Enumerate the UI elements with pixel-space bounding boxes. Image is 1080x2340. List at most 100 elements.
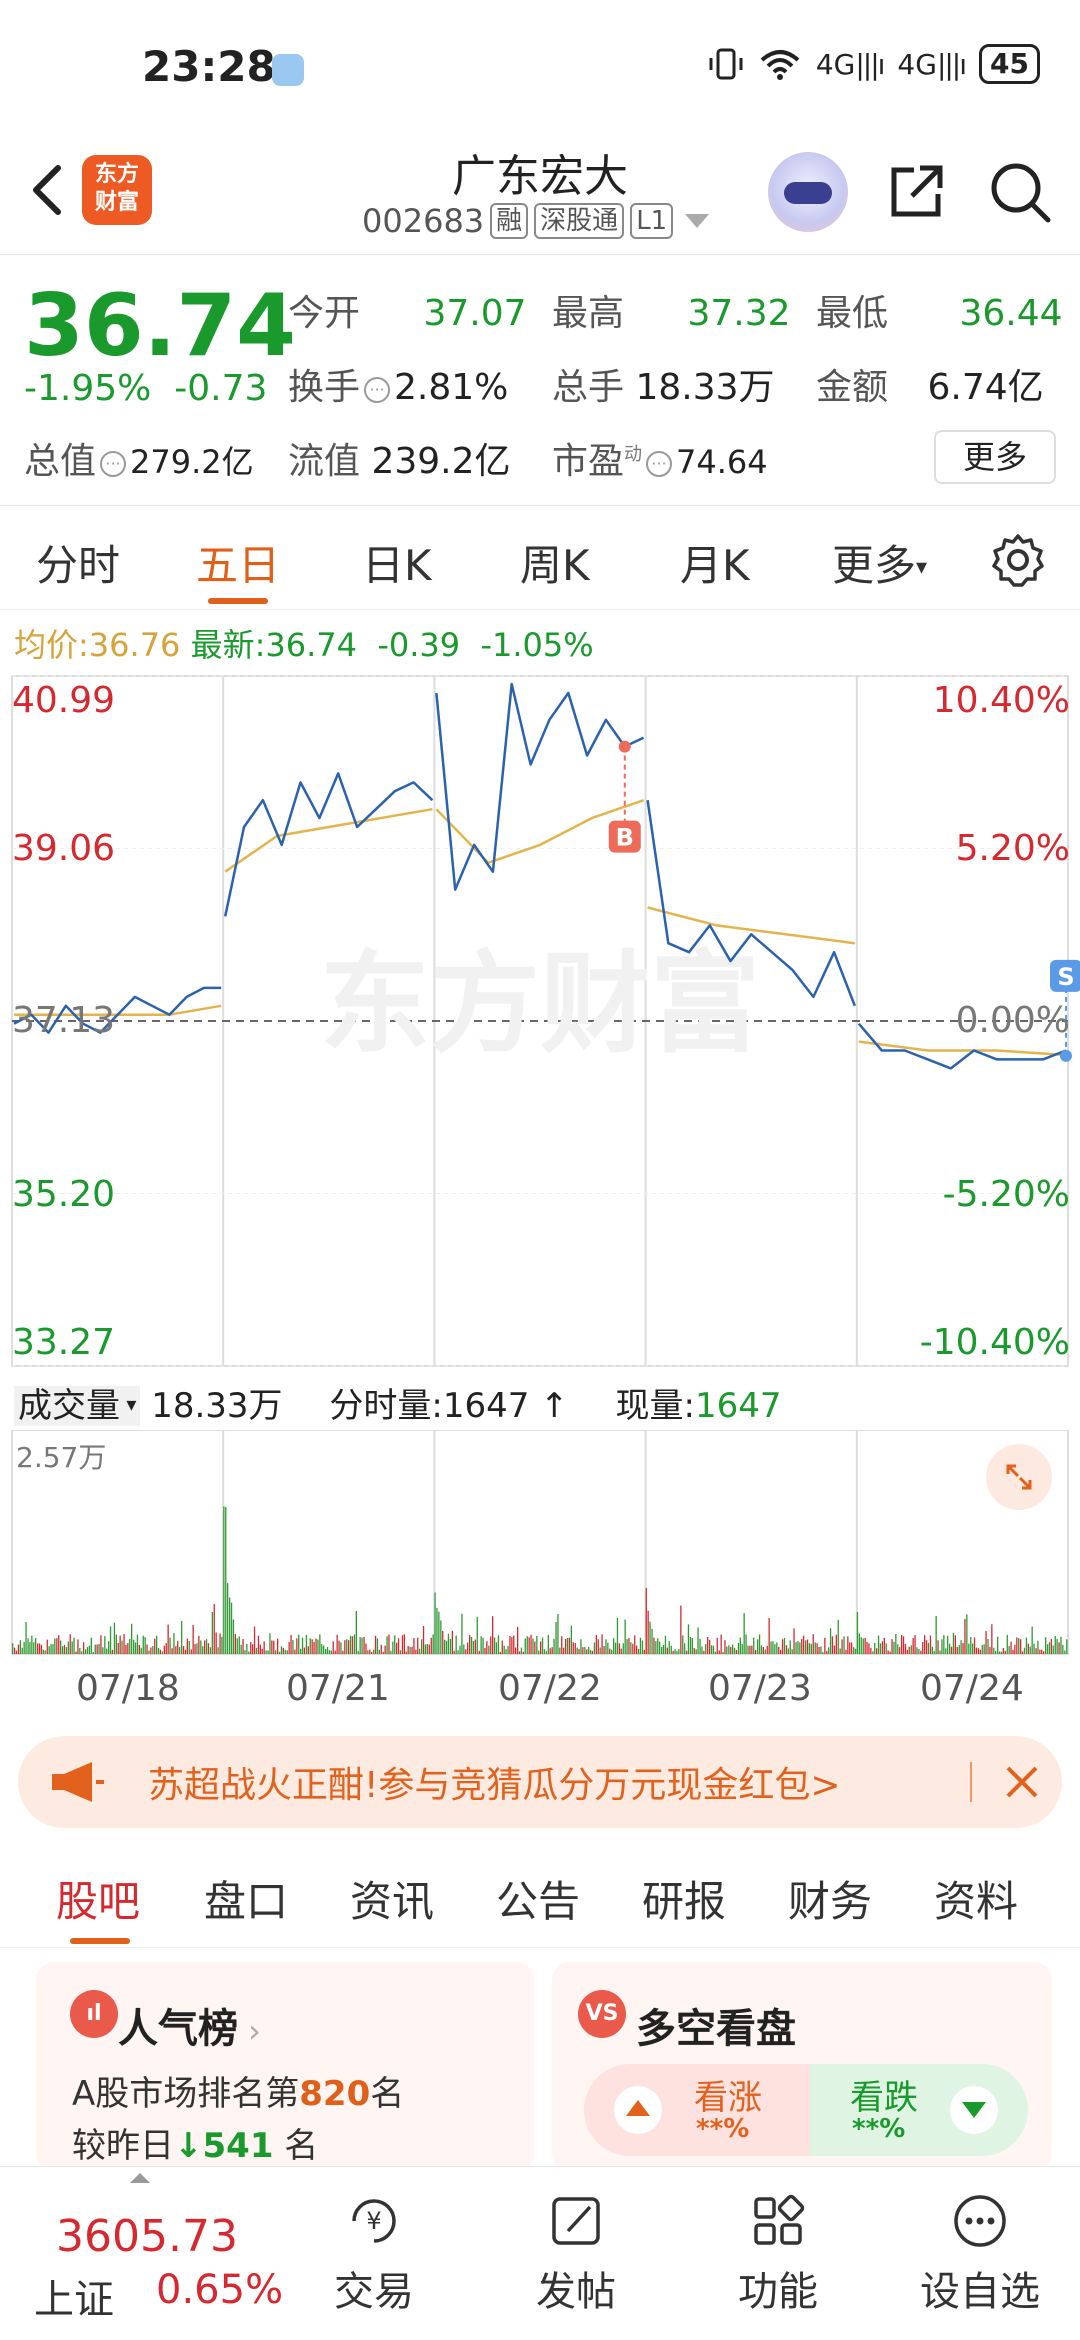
tab-profile[interactable]: 资料 — [934, 1868, 1018, 1929]
volume-bar — [298, 1634, 300, 1654]
index-value[interactable]: 3605.73 — [56, 2211, 238, 2262]
volume-bar — [622, 1643, 624, 1654]
volume-bar — [131, 1623, 133, 1654]
volume-bar — [161, 1651, 164, 1654]
volume-bar — [428, 1644, 430, 1654]
volume-bar — [442, 1630, 444, 1654]
volume-bar — [278, 1651, 281, 1654]
volume-bar — [96, 1644, 98, 1654]
volume-bar — [977, 1648, 980, 1654]
ai-assistant-avatar[interactable] — [768, 152, 848, 232]
close-icon[interactable] — [1000, 1760, 1044, 1804]
tab-announcements[interactable]: 公告 — [496, 1868, 580, 1929]
volume-bar — [1006, 1634, 1008, 1654]
tab-finance[interactable]: 财务 — [788, 1868, 872, 1929]
volume-bar — [213, 1603, 215, 1654]
volume-bar — [419, 1648, 421, 1654]
volume-bar — [119, 1635, 121, 1654]
tab-research[interactable]: 研报 — [642, 1868, 726, 1929]
volume-bar — [1023, 1647, 1026, 1654]
volume-bar — [712, 1645, 715, 1654]
info-icon[interactable]: ··· — [100, 451, 127, 477]
volume-bar — [426, 1644, 428, 1654]
volume-bar — [430, 1637, 432, 1654]
volume-bar — [870, 1647, 872, 1654]
volume-bar — [449, 1638, 452, 1654]
volume-bar — [357, 1651, 359, 1654]
info-icon[interactable]: ··· — [646, 451, 673, 477]
volume-bar — [593, 1642, 596, 1654]
volume-bar — [342, 1650, 344, 1654]
volume-bar — [774, 1644, 776, 1654]
index-name[interactable]: 上证 — [34, 2267, 114, 2325]
volume-bar — [914, 1635, 916, 1654]
volume-bar — [98, 1643, 100, 1654]
volume-bar — [1052, 1645, 1054, 1654]
stock-code-row[interactable]: 002683 融 深股通 L1 — [362, 202, 710, 240]
volume-bar — [273, 1640, 275, 1654]
volume-bar — [1062, 1644, 1064, 1654]
volume-bar — [415, 1649, 417, 1654]
nav-add-watchlist[interactable]: 设自选 — [910, 2183, 1050, 2317]
tab-news[interactable]: 资讯 — [350, 1868, 434, 1929]
volume-bar — [286, 1650, 288, 1654]
volume-bar — [355, 1611, 357, 1654]
gear-icon[interactable] — [990, 532, 1046, 588]
volume-bar — [902, 1636, 905, 1654]
volume-bar — [795, 1642, 797, 1654]
volume-bar — [791, 1649, 793, 1654]
amount: 金额 6.74亿 — [816, 367, 1044, 408]
volume-bar — [478, 1650, 480, 1654]
volume-bar — [83, 1642, 85, 1654]
volume-bar — [453, 1650, 455, 1654]
volume-bar — [877, 1635, 880, 1654]
volume-bar — [234, 1634, 236, 1654]
promo-banner[interactable]: 苏超战火正酣!参与竞猜瓜分万元现金红包> — [18, 1736, 1062, 1828]
tab-more[interactable]: 更多▾ — [832, 532, 927, 593]
volume-bar — [451, 1630, 453, 1654]
tab-five-day[interactable]: 五日 — [196, 532, 280, 593]
volume-bar — [77, 1639, 79, 1654]
volume-bar — [939, 1650, 941, 1654]
nav-trade[interactable]: ¥ 交易 — [304, 2183, 444, 2317]
nav-post[interactable]: 发帖 — [506, 2183, 646, 2317]
volume-bar — [1066, 1639, 1068, 1654]
volume-bar — [1010, 1641, 1012, 1654]
volume-bar — [336, 1634, 338, 1654]
volume-bar — [1027, 1643, 1029, 1654]
volume-bar — [282, 1647, 284, 1654]
volume-bar — [547, 1635, 549, 1654]
volume-bar — [534, 1641, 536, 1654]
volume-bar — [1037, 1640, 1039, 1654]
tab-forum[interactable]: 股吧 — [56, 1868, 140, 1929]
volume-bar — [326, 1647, 329, 1654]
more-button[interactable]: 更多 — [934, 430, 1056, 484]
volume-bar — [56, 1638, 58, 1654]
volume-bar — [102, 1647, 104, 1654]
volume-bar — [465, 1649, 467, 1654]
tab-order-book[interactable]: 盘口 — [204, 1868, 288, 1929]
tab-intraday[interactable]: 分时 — [36, 532, 120, 593]
expand-icon[interactable] — [986, 1444, 1052, 1510]
volume-bar — [530, 1634, 532, 1654]
search-icon[interactable] — [988, 160, 1052, 224]
vote-up-button[interactable]: 看涨 **% — [584, 2064, 810, 2156]
share-icon[interactable] — [884, 160, 948, 224]
volume-bar — [787, 1648, 789, 1654]
volume-bar — [616, 1617, 619, 1654]
volume-chart[interactable]: 2.57万 — [0, 1429, 1080, 1660]
popularity-card[interactable]: ıl 人气榜 › A股市场排名第820名 较昨日↓541 名 — [36, 1962, 534, 2172]
tab-daily-k[interactable]: 日K — [362, 532, 432, 593]
tab-weekly-k[interactable]: 周K — [520, 532, 590, 593]
tab-monthly-k[interactable]: 月K — [680, 532, 750, 593]
volume-bar — [146, 1644, 148, 1654]
volume-bar — [205, 1639, 208, 1654]
volume-selector[interactable]: 成交量 ▾ — [14, 1386, 141, 1426]
nav-functions[interactable]: 功能 — [708, 2183, 848, 2317]
volume-bar — [436, 1607, 438, 1654]
volume-bar — [726, 1646, 728, 1654]
vote-down-button[interactable]: 看跌 **% — [810, 2064, 1028, 2156]
five-day-price-chart[interactable]: 东方财富 B S 40.99 39.06 37.13 35.20 33.27 10.… — [0, 670, 1080, 1370]
info-icon[interactable]: ··· — [364, 377, 391, 403]
volume-bar — [716, 1637, 718, 1654]
